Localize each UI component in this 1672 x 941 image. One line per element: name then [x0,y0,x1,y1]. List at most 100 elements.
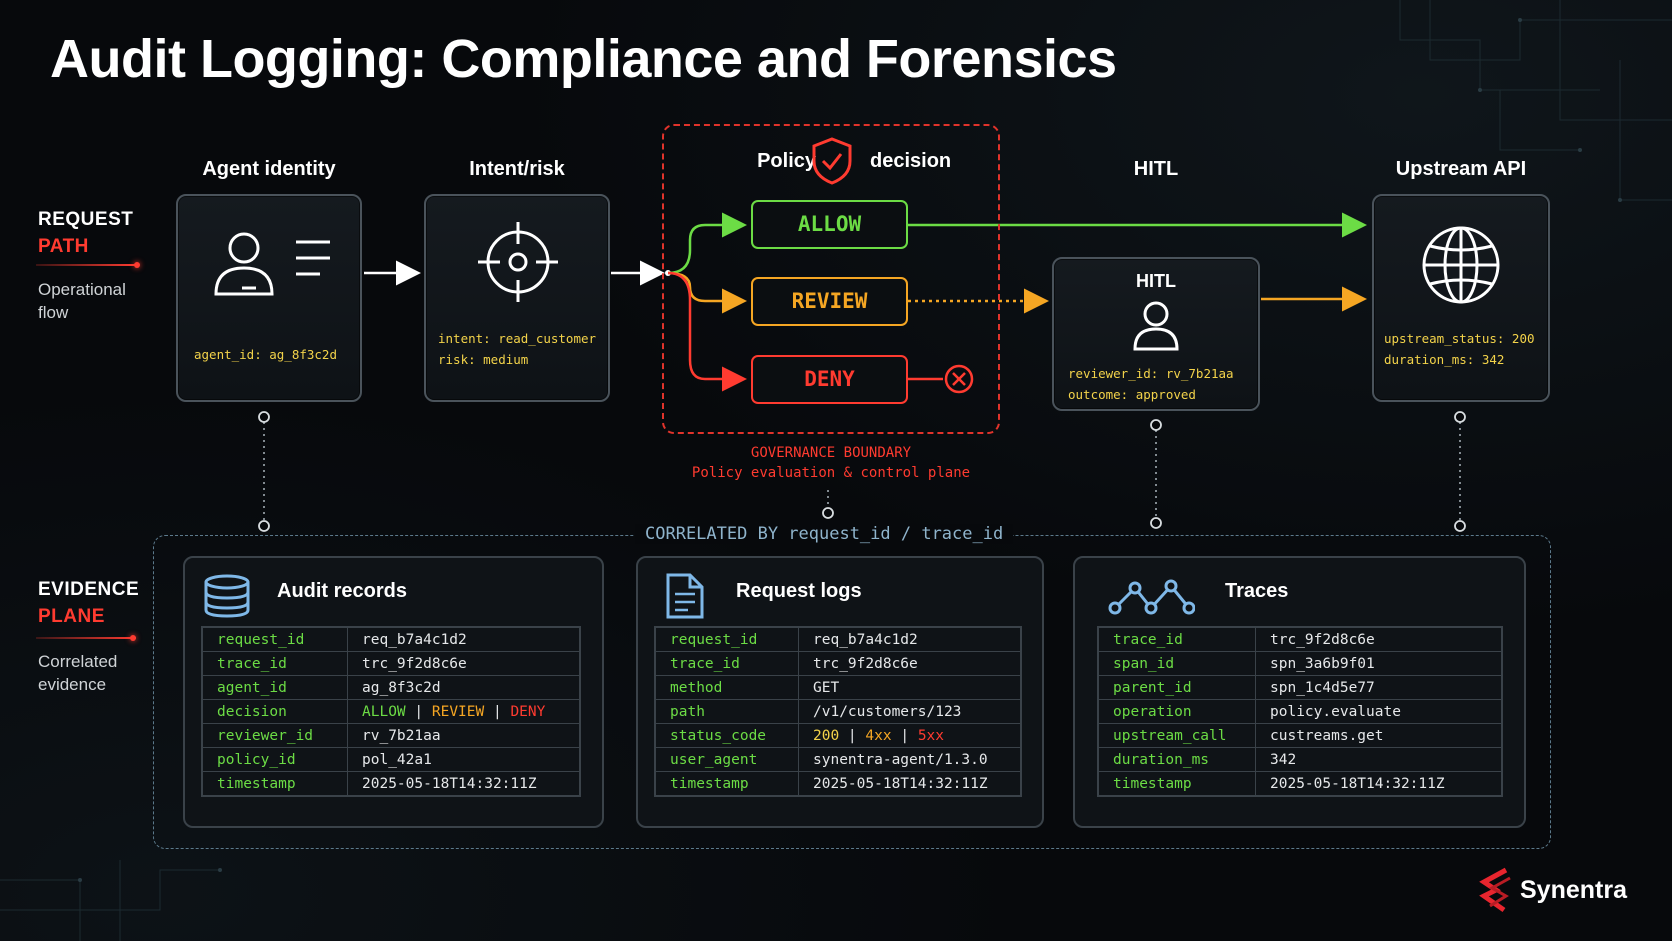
globe-icon [1422,226,1500,304]
hitl-detail: reviewer_id: rv_7b21aa outcome: approved [1068,366,1234,402]
table-row: user_agent synentra-agent/1.3.0 [654,747,1022,772]
table-row: reviewer_id rv_7b21aa [201,723,581,748]
hitl-label: HITL [1133,158,1179,180]
status-code-values: 200 | 4xx | 5xx [798,723,1022,748]
decision-values: ALLOW | REVIEW | DENY [347,699,581,724]
row-key: request_id [201,626,348,652]
row-value: policy.evaluate [1255,699,1503,724]
table-row: span_id spn_3a6b9f01 [1097,651,1503,676]
traces-table: trace_id trc_9f2d8c6e span_id spn_3a6b9f01… [1097,626,1503,797]
table-row: parent_id spn_1c4d5e77 [1097,675,1503,700]
table-row: policy_id pol_42a1 [201,747,581,772]
row-key: operation [1097,699,1256,724]
request-logs-table: request_id req_b7a4c1d2 trace_id trc_9f2d8… [654,626,1022,797]
brand-name: Synentra [1520,876,1627,904]
row-key: decision [201,699,348,724]
document-icon [666,573,704,619]
table-row: timestamp 2025-05-18T14:32:11Z [1097,771,1503,797]
row-value: spn_1c4d5e77 [1255,675,1503,700]
row-value: GET [798,675,1022,700]
value-separator: | [405,703,432,720]
user-id-icon [214,232,330,296]
audit-records-title: Audit records [277,580,408,602]
user-icon [1133,301,1179,351]
row-key: timestamp [1097,771,1256,797]
value-separator: | [484,703,511,720]
row-key: status_code [654,723,799,748]
governance-caption: GOVERNANCE BOUNDARY Policy evaluation & … [691,445,971,481]
table-row: request_id req_b7a4c1d2 [654,626,1022,652]
value-separator: | [839,727,866,744]
table-row: trace_id trc_9f2d8c6e [201,651,581,676]
intent-risk-card[interactable]: intent: read_customer risk: medium [424,194,610,402]
row-value: trc_9f2d8c6e [1255,626,1503,652]
table-row: duration_ms 342 [1097,747,1503,772]
row-value: synentra-agent/1.3.0 [798,747,1022,772]
value-token: DENY [510,703,546,720]
audit-records-panel: Audit records request_id req_b7a4c1d2 tra… [183,556,604,828]
row-key: timestamp [654,771,799,797]
row-key: user_agent [654,747,799,772]
row-key: agent_id [201,675,348,700]
request-logs-title: Request logs [736,580,862,602]
row-key: reviewer_id [201,723,348,748]
value-token: REVIEW [431,703,485,720]
table-row: timestamp 2025-05-18T14:32:11Z [201,771,581,797]
synentra-logo-icon [1479,867,1511,913]
row-value: 342 [1255,747,1503,772]
traces-panel: Traces trace_id trc_9f2d8c6e span_id spn_3… [1073,556,1526,828]
row-value: trc_9f2d8c6e [798,651,1022,676]
table-row: request_id req_b7a4c1d2 [201,626,581,652]
value-token: 5xx [917,727,945,744]
agent-identity-label: Agent identity [202,158,336,180]
table-row: trace_id trc_9f2d8c6e [654,651,1022,676]
row-value: req_b7a4c1d2 [347,626,581,652]
row-value: rv_7b21aa [347,723,581,748]
row-value: req_b7a4c1d2 [798,626,1022,652]
hitl-inner-label: HITL [1136,271,1176,291]
table-row: trace_id trc_9f2d8c6e [1097,626,1503,652]
table-row: upstream_call custreams.get [1097,723,1503,748]
value-token: 200 [813,727,840,744]
row-key: span_id [1097,651,1256,676]
row-key: timestamp [201,771,348,797]
target-icon [478,222,558,302]
row-key: request_id [654,626,799,652]
agent-identity-card[interactable]: agent_id: ag_8f3c2d [176,194,362,402]
allow-decision-button[interactable]: ALLOW [751,200,908,249]
hitl-card[interactable]: HITL reviewer_id: rv_7b21aa outcome: app… [1052,257,1260,411]
table-row: path/v1/customers/123 [654,699,1022,724]
upstream-api-card[interactable]: upstream_status: 200 duration_ms: 342 [1372,194,1550,402]
row-value: 2025-05-18T14:32:11Z [1255,771,1503,797]
row-key: trace_id [1097,626,1256,652]
row-value: ag_8f3c2d [347,675,581,700]
row-value: pol_42a1 [347,747,581,772]
trace-graph-icon [1108,579,1195,615]
table-row: status_code 200 | 4xx | 5xx [654,723,1022,748]
row-value: 2025-05-18T14:32:11Z [347,771,581,797]
row-value: spn_3a6b9f01 [1255,651,1503,676]
row-key: trace_id [201,651,348,676]
upstream-api-detail: upstream_status: 200 duration_ms: 342 [1384,331,1535,367]
deny-decision-button[interactable]: DENY [751,355,908,404]
row-key: upstream_call [1097,723,1256,748]
database-icon [204,574,250,618]
agent-id-detail: agent_id: ag_8f3c2d [194,347,337,362]
row-value: 2025-05-18T14:32:11Z [798,771,1022,797]
shield-check-icon [812,137,852,185]
upstream-api-label: Upstream API [1395,158,1527,180]
audit-records-table: request_id req_b7a4c1d2 trace_id trc_9f2d8… [201,626,581,797]
row-value: trc_9f2d8c6e [347,651,581,676]
value-separator: | [891,727,918,744]
intent-risk-detail: intent: read_customer risk: medium [438,331,597,367]
review-decision-button[interactable]: REVIEW [751,277,908,326]
row-key: parent_id [1097,675,1256,700]
table-row: operation policy.evaluate [1097,699,1503,724]
table-row: agent_id ag_8f3c2d [201,675,581,700]
intent-risk-label: Intent/risk [469,158,565,180]
value-token: ALLOW [362,703,406,720]
request-logs-panel: Request logs request_id req_b7a4c1d2 trac… [636,556,1044,828]
row-key: trace_id [654,651,799,676]
row-key: method [654,675,799,700]
row-value: custreams.get [1255,723,1503,748]
